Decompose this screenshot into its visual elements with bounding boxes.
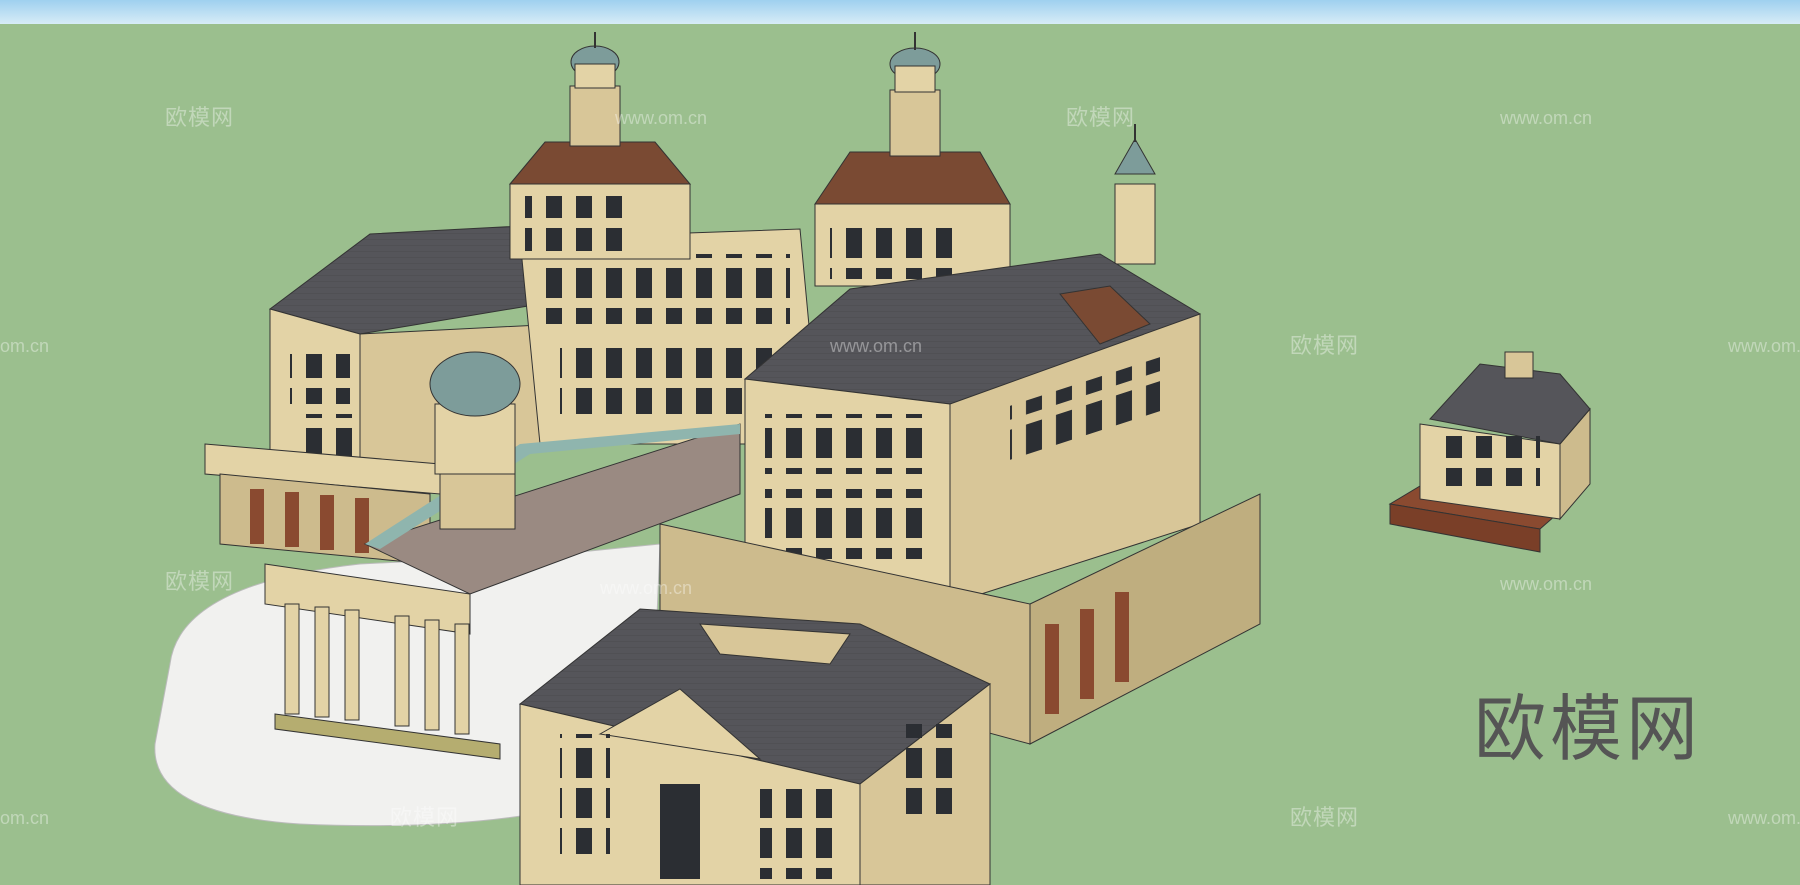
watermark-url: www.om.cn <box>1728 336 1800 356</box>
watermark-url: www.om.cn <box>615 108 708 128</box>
watermark-logo: 欧模网 <box>390 806 460 831</box>
watermark-url: www.om.cn <box>1500 108 1593 128</box>
watermark-url: www.om.cn <box>600 578 693 598</box>
big-watermark-logo: 欧模网 <box>1474 687 1703 771</box>
watermark-logo: 欧模网 <box>1290 334 1360 359</box>
watermark-logo: 欧模网 <box>165 106 235 131</box>
small-house <box>1388 351 1591 553</box>
watermark-logo: 欧模网 <box>1066 106 1136 131</box>
sky-strip <box>0 0 1800 24</box>
watermark-logo: 欧模网 <box>1290 806 1360 831</box>
watermark-url: www.om.cn <box>830 336 923 356</box>
watermark-url: www.om.cn <box>1500 574 1593 594</box>
watermark-url: www.om.cn <box>1728 808 1800 828</box>
watermark-url-partial: om.cn <box>0 336 50 356</box>
watermark-url-partial: om.cn <box>0 808 50 828</box>
watermark-logo: 欧模网 <box>165 570 235 595</box>
